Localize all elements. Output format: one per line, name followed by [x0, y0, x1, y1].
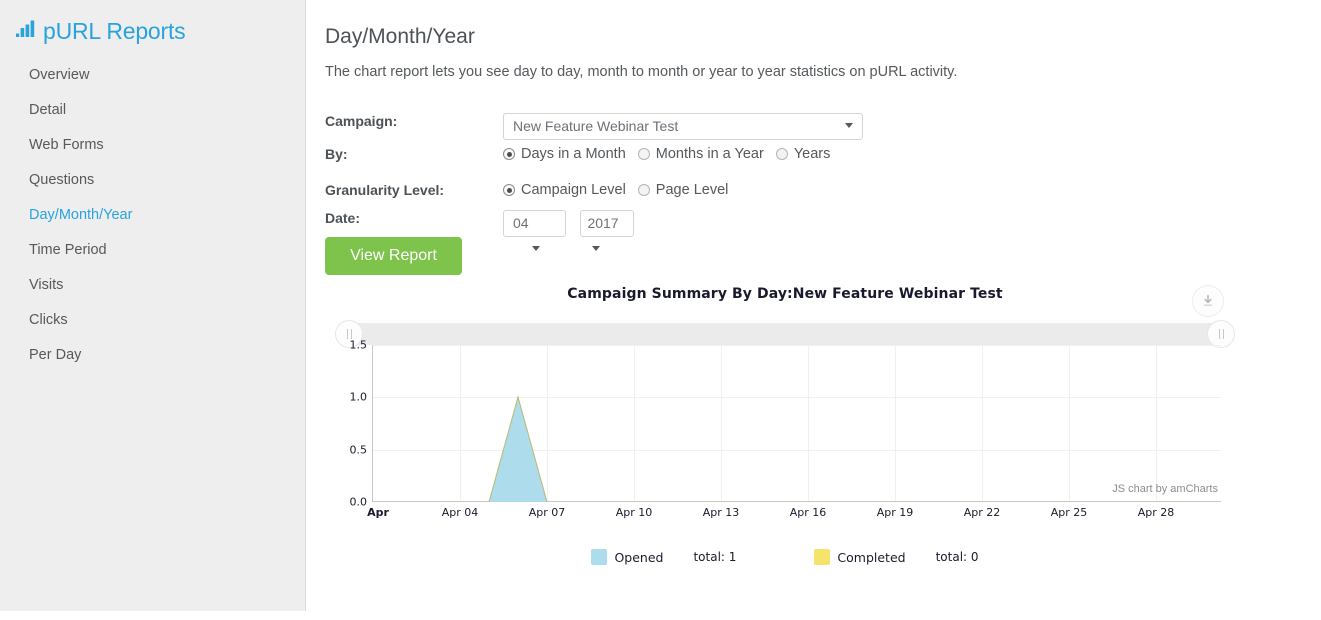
- radio-label: Page Level: [655, 182, 729, 198]
- radio-years[interactable]: Years: [775, 146, 831, 162]
- main-content: Day/Month/Year The chart report lets you…: [307, 0, 1321, 620]
- legend-total-opened: total: 1: [693, 550, 737, 564]
- download-icon[interactable]: [1192, 285, 1224, 317]
- campaign-control: New Feature Webinar Test: [503, 113, 863, 140]
- month-select[interactable]: 04: [503, 210, 566, 252]
- legend-label-opened: Opened: [614, 549, 664, 565]
- radio-label: Years: [793, 146, 831, 162]
- amcharts-credit: JS chart by amCharts: [1112, 483, 1218, 495]
- brand-title: pURL Reports: [43, 17, 186, 44]
- page-title: Day/Month/Year: [325, 25, 475, 48]
- campaign-select[interactable]: New Feature Webinar Test: [503, 113, 863, 140]
- radio-months-in-a-year[interactable]: Months in a Year: [637, 146, 764, 162]
- radio-label: Months in a Year: [655, 146, 764, 162]
- sidebar: pURL Reports Overview Detail Web Forms Q…: [0, 0, 306, 611]
- granularity-label: Granularity Level:: [325, 182, 445, 198]
- radio-dot-icon: [503, 184, 515, 196]
- x-tick-label: Apr 07: [528, 506, 566, 519]
- sidebar-item-questions[interactable]: Questions: [0, 163, 305, 198]
- bar-chart-icon: [16, 20, 36, 42]
- sidebar-item-overview[interactable]: Overview: [0, 58, 305, 93]
- radio-dot-icon: [637, 184, 650, 196]
- x-tick-label: Apr 28: [1137, 506, 1175, 519]
- legend-swatch-opened: [591, 549, 608, 565]
- chart-scrollbar[interactable]: [335, 320, 1235, 348]
- x-tick-label: Apr 16: [789, 506, 827, 519]
- legend-swatch-completed: [814, 549, 831, 565]
- legend-entry-completed[interactable]: Completed total: 0: [814, 549, 979, 565]
- sidebar-item-detail[interactable]: Detail: [0, 93, 305, 128]
- x-tick-label: Apr 22: [963, 506, 1001, 519]
- x-tick-label: Apr 10: [615, 506, 653, 519]
- year-select-value: 2017: [587, 215, 619, 231]
- radio-label: Campaign Level: [521, 182, 626, 198]
- legend-total-completed: total: 0: [935, 550, 979, 564]
- radio-label: Days in a Month: [521, 146, 626, 162]
- view-report-button[interactable]: View Report: [325, 237, 462, 275]
- app-root: pURL Reports Overview Detail Web Forms Q…: [0, 0, 1321, 620]
- by-label: By:: [325, 146, 348, 162]
- campaign-row: Campaign: New Feature Webinar Test: [325, 113, 1185, 141]
- chart-legend: Opened total: 1 Completed total: 0: [325, 549, 1245, 565]
- radio-dot-icon: [503, 148, 515, 160]
- chart-series-opened: [488, 395, 548, 502]
- chevron-down-icon: [532, 246, 540, 252]
- chevron-down-icon: [592, 246, 601, 252]
- y-tick-label: 1.0: [349, 390, 368, 404]
- y-tick-label: 1.5: [349, 338, 368, 352]
- sidebar-item-visits[interactable]: Visits: [0, 268, 305, 303]
- radio-page-level[interactable]: Page Level: [637, 182, 729, 198]
- sidebar-item-per-day[interactable]: Per Day: [0, 338, 305, 373]
- radio-days-in-a-month[interactable]: Days in a Month: [503, 146, 626, 162]
- y-tick-label: 0.0: [349, 495, 368, 509]
- x-tick-label: Apr 13: [702, 506, 740, 519]
- sidebar-nav: Overview Detail Web Forms Questions Day/…: [0, 58, 305, 373]
- granularity-radio-group: Campaign Level Page Level: [503, 182, 740, 198]
- legend-label-completed: Completed: [837, 549, 906, 565]
- scrollbar-grip-right[interactable]: [1207, 320, 1235, 348]
- date-row: Date: 04 2017: [325, 210, 1185, 252]
- date-control: 04 2017: [503, 210, 635, 252]
- chart-plot-area: 0.0 0.5 1.0 1.5 Apr Apr 04 Apr 07 Apr 10…: [350, 339, 1221, 519]
- radio-dot-icon: [637, 148, 650, 160]
- month-select-value: 04: [513, 215, 529, 231]
- sidebar-item-time-period[interactable]: Time Period: [0, 233, 305, 268]
- date-label: Date:: [325, 210, 361, 226]
- radio-dot-icon: [775, 148, 788, 160]
- page-description: The chart report lets you see day to day…: [325, 64, 958, 80]
- y-tick-label: 0.5: [349, 443, 368, 457]
- brand-logo[interactable]: pURL Reports: [0, 0, 305, 44]
- granularity-row: Granularity Level: Campaign Level Page L…: [325, 182, 1185, 202]
- x-tick-label: Apr 04: [441, 506, 479, 519]
- by-radio-group: Days in a Month Months in a Year Years: [503, 146, 842, 162]
- campaign-select-value: New Feature Webinar Test: [513, 118, 679, 134]
- sidebar-item-clicks[interactable]: Clicks: [0, 303, 305, 338]
- legend-entry-opened[interactable]: Opened total: 1: [591, 549, 736, 565]
- sidebar-item-web-forms[interactable]: Web Forms: [0, 128, 305, 163]
- year-select[interactable]: 2017: [580, 210, 635, 252]
- x-tick-label: Apr 25: [1050, 506, 1088, 519]
- chart-container: Campaign Summary By Day:New Feature Webi…: [325, 282, 1305, 582]
- campaign-label: Campaign:: [325, 113, 398, 129]
- sidebar-item-day-month-year[interactable]: Day/Month/Year: [0, 198, 305, 233]
- x-tick-label: Apr 19: [876, 506, 914, 519]
- chevron-down-icon: [845, 123, 853, 128]
- radio-campaign-level[interactable]: Campaign Level: [503, 182, 626, 198]
- x-tick-label: Apr: [367, 506, 389, 519]
- chart-title: Campaign Summary By Day:New Feature Webi…: [567, 286, 1003, 302]
- by-row: By: Days in a Month Months in a Year Yea…: [325, 146, 1185, 166]
